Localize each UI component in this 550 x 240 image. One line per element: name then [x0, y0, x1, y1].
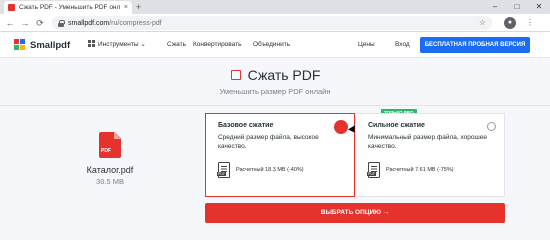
pdf-file-icon: PDF [99, 132, 121, 158]
forward-button[interactable]: → [18, 16, 32, 30]
grid-icon [88, 39, 95, 47]
tab-title: Сжать PDF - Уменьшить PDF онлайн [19, 4, 120, 11]
choose-option-button[interactable]: ВЫБРАТЬ ОПЦИЮ → [205, 203, 505, 223]
option-radio-selected[interactable] [334, 120, 348, 134]
option-estimate-text: Расчетный 18.3 MB (-40%) [236, 167, 304, 173]
reload-button[interactable]: ⟳ [33, 16, 47, 30]
nav-pricing[interactable]: Цены [358, 32, 375, 58]
page-heading: Сжать PDF [0, 67, 550, 86]
compression-panel: PDF Каталог.pdf 30.5 MB Базовое сжатие С… [0, 105, 550, 240]
option-estimate: Расчетный 7.61 MB (-75%) [367, 162, 454, 178]
browser-tab[interactable]: Сжать PDF - Уменьшить PDF онлайн × [4, 1, 132, 14]
nav-convert[interactable]: Конвертировать [193, 32, 242, 58]
browser-tab-strip: Сжать PDF - Уменьшить PDF онлайн × + – □… [0, 0, 550, 14]
free-trial-button[interactable]: БЕСПЛАТНАЯ ПРОБНАЯ ВЕРСИЯ [420, 37, 530, 53]
lock-icon [58, 19, 65, 27]
file-size: 30.5 MB [96, 177, 124, 186]
option-radio[interactable] [487, 122, 496, 131]
nav-login[interactable]: Вход [395, 32, 410, 58]
address-bar[interactable]: smallpdf.com/ru/compress-pdf ☆ [52, 16, 492, 30]
pdf-file-badge: PDF [101, 148, 111, 154]
site-header: Smallpdf Инструменты ⌄ Сжать Конвертиров… [0, 32, 550, 58]
tools-menu-label: Инструменты [98, 41, 139, 48]
profile-avatar-icon[interactable]: ● [504, 17, 516, 29]
tab-close-icon[interactable]: × [124, 4, 128, 11]
nav-compress[interactable]: Сжать [167, 32, 186, 58]
option-strong-compression[interactable]: Сильное сжатие Минимальный размер файла,… [355, 113, 505, 197]
option-basic-compression[interactable]: Базовое сжатие Средний размер файла, выс… [205, 113, 358, 197]
main-content: Сжать PDF Уменьшить размер PDF онлайн PD… [0, 59, 550, 240]
pdf-document-icon [217, 162, 230, 178]
chevron-down-icon: ⌄ [140, 41, 146, 48]
url-text: smallpdf.com/ru/compress-pdf [68, 20, 162, 27]
tools-menu[interactable]: Инструменты ⌄ [88, 32, 146, 58]
option-estimate: Расчетный 18.3 MB (-40%) [217, 162, 304, 178]
option-description: Средний размер файла, высокое качество. [218, 134, 319, 150]
new-tab-button[interactable]: + [136, 1, 141, 13]
back-button[interactable]: ← [3, 16, 17, 30]
pdf-document-icon [367, 162, 380, 178]
maximize-button[interactable]: □ [506, 0, 528, 14]
uploaded-file: PDF Каталог.pdf 30.5 MB [60, 132, 160, 186]
file-name: Каталог.pdf [86, 165, 134, 175]
smallpdf-logo[interactable]: Smallpdf [14, 39, 70, 51]
browser-window: Сжать PDF - Уменьшить PDF онлайн × + – □… [0, 0, 550, 240]
browser-toolbar: ← → ⟳ smallpdf.com/ru/compress-pdf ☆ ● ⋮ [0, 14, 550, 32]
logo-text: Smallpdf [30, 39, 71, 51]
option-description: Минимальный размер файла, хорошее качест… [368, 134, 487, 150]
option-estimate-text: Расчетный 7.61 MB (-75%) [386, 167, 454, 173]
page-title: Сжать PDF [247, 67, 321, 83]
window-close-button[interactable]: ✕ [528, 0, 550, 14]
bookmark-star-icon[interactable]: ☆ [479, 16, 486, 30]
minimize-button[interactable]: – [484, 0, 506, 14]
url-path: /ru/compress-pdf [109, 19, 162, 27]
smallpdf-favicon-icon [8, 4, 15, 11]
page-subtitle: Уменьшить размер PDF онлайн [219, 87, 331, 96]
option-title: Базовое сжатие [218, 122, 274, 129]
option-title: Сильное сжатие [368, 122, 425, 129]
smallpdf-logo-icon [14, 39, 26, 51]
url-domain: smallpdf.com [68, 19, 110, 27]
browser-menu-icon[interactable]: ⋮ [524, 17, 536, 29]
compress-icon [230, 69, 242, 81]
nav-merge[interactable]: Объединить [253, 32, 290, 58]
